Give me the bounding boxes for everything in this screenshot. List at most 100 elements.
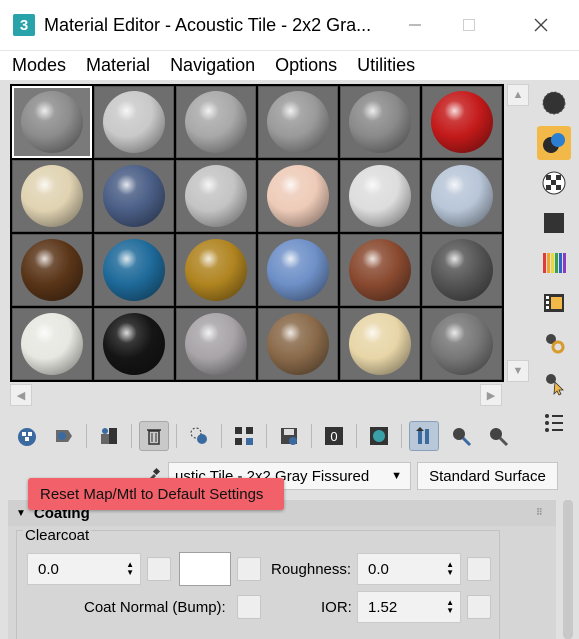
put-to-library-button[interactable]: [274, 421, 304, 451]
sample-slot[interactable]: [340, 308, 420, 380]
sample-slot[interactable]: [340, 86, 420, 158]
material-preview-sphere: [267, 239, 329, 301]
scroll-down-button[interactable]: ▼: [507, 360, 529, 382]
sample-slot[interactable]: [12, 308, 92, 380]
assign-material-to-selection-button[interactable]: [94, 421, 124, 451]
toolbar-separator: [401, 424, 402, 448]
show-end-result-icon: [416, 427, 429, 444]
material-preview-sphere: [103, 165, 165, 227]
sample-type-button[interactable]: [537, 86, 571, 120]
make-unique-icon: [235, 427, 253, 445]
sample-slot[interactable]: [176, 308, 256, 380]
sample-slot[interactable]: [422, 234, 502, 306]
film-preview-icon: [544, 294, 564, 312]
material-preview-sphere: [185, 313, 247, 375]
material-id-channel-button[interactable]: 0: [319, 421, 349, 451]
material-preview-sphere: [21, 239, 83, 301]
sample-slot[interactable]: [176, 86, 256, 158]
maximize-button[interactable]: [446, 0, 492, 50]
toolbar-separator: [266, 424, 267, 448]
go-to-parent-button[interactable]: [446, 421, 476, 451]
menu-utilities[interactable]: Utilities: [349, 55, 423, 76]
sample-slot[interactable]: [176, 160, 256, 232]
minimize-button[interactable]: [392, 0, 438, 50]
sample-slot[interactable]: [94, 234, 174, 306]
material-preview-sphere: [267, 91, 329, 153]
slots-vertical-scrollbar[interactable]: ▲ ▼: [507, 84, 531, 382]
material-preview-sphere: [185, 91, 247, 153]
clearcoat-color-map-button[interactable]: [237, 557, 261, 581]
sample-slot[interactable]: [258, 160, 338, 232]
spinner-arrows-icon[interactable]: ▲ ▼: [126, 561, 134, 577]
make-preview-button[interactable]: [537, 286, 571, 320]
sample-slot[interactable]: [176, 234, 256, 306]
scroll-up-button[interactable]: ▲: [507, 84, 529, 106]
roughness-map-button[interactable]: [467, 557, 491, 581]
sample-slot[interactable]: [258, 234, 338, 306]
menu-modes[interactable]: Modes: [4, 55, 74, 76]
assign-material-icon: [101, 428, 117, 444]
put-material-to-scene-button[interactable]: [49, 421, 79, 451]
sample-slot[interactable]: [422, 308, 502, 380]
menu-navigation[interactable]: Navigation: [162, 55, 263, 76]
side-toolbar: [537, 86, 573, 446]
material-preview-sphere: [185, 165, 247, 227]
sample-slot[interactable]: [258, 86, 338, 158]
menu-options[interactable]: Options: [267, 55, 345, 76]
material-preview-sphere: [21, 313, 83, 375]
sample-slot[interactable]: [422, 86, 502, 158]
toolbar-separator: [221, 424, 222, 448]
ior-map-button[interactable]: [467, 595, 491, 619]
sample-uv-tiling-button[interactable]: [537, 206, 571, 240]
sample-slot[interactable]: [258, 308, 338, 380]
drag-grip-icon[interactable]: ⠿: [536, 507, 546, 517]
menu-bar: Modes Material Navigation Options Utilit…: [0, 50, 579, 80]
sample-slot[interactable]: [94, 160, 174, 232]
sample-slot[interactable]: [340, 234, 420, 306]
get-material-button[interactable]: [12, 421, 42, 451]
coating-rollout: ▼ Coating ⠿ Clearcoat 0.0 ▲ ▼ Roughness: …: [8, 500, 556, 639]
close-icon: [534, 18, 548, 32]
make-material-copy-button[interactable]: [184, 421, 214, 451]
material-preview-sphere: [103, 239, 165, 301]
sample-slot[interactable]: [94, 308, 174, 380]
spinner-arrows-icon[interactable]: ▲ ▼: [446, 599, 454, 615]
spinner-arrows-icon[interactable]: ▲ ▼: [446, 561, 454, 577]
show-shaded-material-in-viewport-button[interactable]: [364, 421, 394, 451]
slots-horizontal-scrollbar[interactable]: ◀ ▶: [10, 384, 504, 408]
rollout-scrollbar[interactable]: [563, 500, 573, 639]
chevron-down-icon[interactable]: ▼: [391, 470, 402, 482]
coat-normal-label: Coat Normal (Bump):: [84, 599, 226, 616]
clearcoat-color-swatch[interactable]: [179, 552, 231, 586]
video-color-check-button[interactable]: [537, 246, 571, 280]
sample-slot[interactable]: [12, 160, 92, 232]
clearcoat-map-button[interactable]: [147, 557, 171, 581]
roughness-spinner[interactable]: 0.0 ▲ ▼: [357, 553, 461, 585]
sample-slot[interactable]: [422, 160, 502, 232]
material-preview-sphere: [185, 239, 247, 301]
sample-slot[interactable]: [12, 86, 92, 158]
clearcoat-spinner[interactable]: 0.0 ▲ ▼: [27, 553, 141, 585]
ior-spinner[interactable]: 1.52 ▲ ▼: [357, 591, 461, 623]
show-end-result-button[interactable]: [409, 421, 439, 451]
material-type-button[interactable]: Standard Surface: [417, 462, 558, 490]
close-button[interactable]: [518, 0, 564, 50]
backlight-button[interactable]: [537, 126, 571, 160]
menu-material[interactable]: Material: [78, 55, 158, 76]
options-button[interactable]: [537, 326, 571, 360]
coat-normal-map-button[interactable]: [237, 595, 261, 619]
go-forward-to-sibling-button[interactable]: [483, 421, 513, 451]
scroll-right-button[interactable]: ▶: [480, 384, 502, 406]
make-unique-button[interactable]: [229, 421, 259, 451]
scroll-left-button[interactable]: ◀: [10, 384, 32, 406]
sample-slot[interactable]: [12, 234, 92, 306]
sample-slot[interactable]: [94, 86, 174, 158]
toolbar-separator: [356, 424, 357, 448]
background-button[interactable]: [537, 166, 571, 200]
toolbar-separator: [176, 424, 177, 448]
app-icon[interactable]: 3: [13, 14, 35, 36]
sample-slot[interactable]: [340, 160, 420, 232]
select-by-material-button[interactable]: [537, 366, 571, 400]
material-preview-sphere: [267, 313, 329, 375]
reset-map-mtl-button[interactable]: [139, 421, 169, 451]
